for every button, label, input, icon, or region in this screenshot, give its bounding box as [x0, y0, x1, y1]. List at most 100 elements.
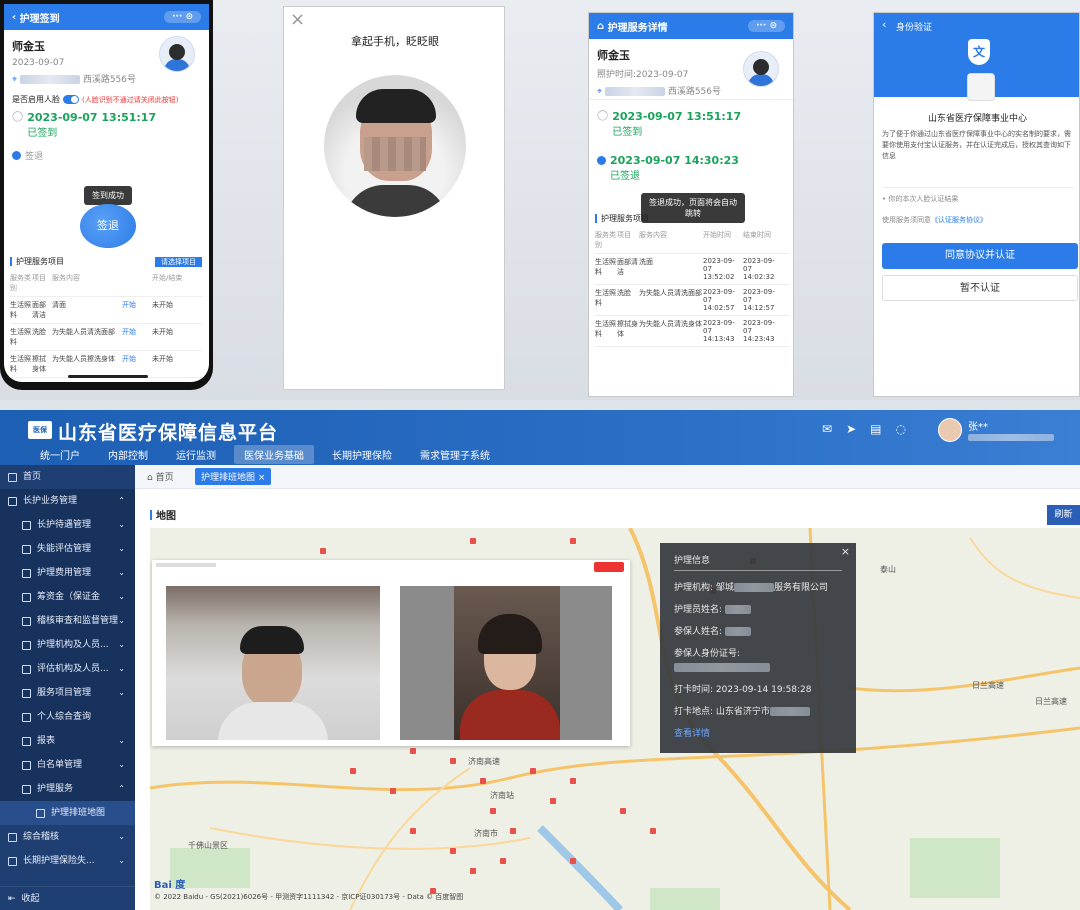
- document-icon[interactable]: ▤: [870, 422, 881, 436]
- sidebar-item-ltc-business[interactable]: 长护业务管理 ⌃: [0, 489, 135, 513]
- close-icon[interactable]: ×: [841, 545, 850, 558]
- agree-verify-button[interactable]: 同意协议并认证: [882, 243, 1078, 269]
- nav-item[interactable]: 统一门户: [30, 445, 90, 464]
- popup-title: 护理信息: [674, 553, 842, 571]
- sidebar-item[interactable]: 护理费用管理 ⌄: [0, 561, 135, 585]
- table-row: 生活照料 擦拭身体 为失能人员擦洗身体 开始 未开始: [10, 351, 202, 378]
- chevron-down-icon: ⌄: [118, 592, 125, 601]
- chevron-down-icon: ⌄: [118, 616, 125, 625]
- monitor-icon: [8, 472, 17, 482]
- nav-item[interactable]: 运行监测: [166, 445, 226, 464]
- nav-item[interactable]: 需求管理子系统: [410, 445, 500, 464]
- chat-icon[interactable]: ◌: [895, 422, 905, 436]
- phone-identity-verify: ‹ 身份验证 文 山东省医疗保障事业中心 为了便于你通过山东省医疗保障事业中心的…: [873, 12, 1080, 397]
- sidebar-item-schedule-map[interactable]: 护理排班地图: [0, 801, 135, 825]
- map-marker[interactable]: [570, 538, 576, 544]
- refresh-button[interactable]: 刷新: [1047, 505, 1080, 525]
- map-label: 济南市: [474, 829, 498, 838]
- close-icon[interactable]: ×: [258, 473, 266, 483]
- home-icon[interactable]: ⌂: [597, 21, 608, 32]
- table-cell: 洗脸: [32, 328, 46, 336]
- sidebar-item[interactable]: 评估机构及人员... ⌄: [0, 657, 135, 681]
- sidebar-item[interactable]: 白名单管理 ⌄: [0, 753, 135, 777]
- nav-item[interactable]: 内部控制: [98, 445, 158, 464]
- address-suffix: 西溪路556号: [82, 75, 137, 85]
- map-marker[interactable]: [320, 548, 326, 554]
- start-link[interactable]: 开始: [122, 327, 152, 347]
- folder-icon: [22, 640, 31, 650]
- map-marker[interactable]: [470, 868, 476, 874]
- sidebar-item[interactable]: 长护待遇管理 ⌄: [0, 513, 135, 537]
- map-marker[interactable]: [510, 828, 516, 834]
- select-project-tag[interactable]: 请选择项目: [155, 256, 202, 267]
- nav-item[interactable]: 长期护理保险: [322, 445, 402, 464]
- checkout-status: 已签退: [610, 171, 640, 182]
- map-marker[interactable]: [620, 808, 626, 814]
- send-icon[interactable]: ➤: [846, 422, 856, 436]
- shield-icon: 文: [968, 39, 990, 65]
- more-icon[interactable]: ··· ⊙: [748, 20, 785, 32]
- map-marker[interactable]: [530, 768, 536, 774]
- table-row: 生活照料 擦拭身体 为失能人员清洗身体 2023-09-07 14:13:43 …: [595, 316, 789, 347]
- popup-staff-blur: [724, 605, 751, 614]
- map-marker[interactable]: [570, 778, 576, 784]
- sidebar-item-home[interactable]: 首页: [0, 465, 135, 489]
- hangup-button[interactable]: [594, 562, 624, 572]
- tab-home[interactable]: ⌂ 首页: [147, 470, 174, 483]
- table-cell: 2023-09-07 14:12:57: [743, 288, 775, 312]
- sidebar-label: 白名单管理: [37, 760, 83, 770]
- table-cell: 面部清洁: [617, 258, 638, 276]
- decline-verify-button[interactable]: 暂不认证: [882, 275, 1078, 301]
- sidebar-item[interactable]: 报表 ⌄: [0, 729, 135, 753]
- map-marker[interactable]: [490, 808, 496, 814]
- sidebar-item[interactable]: 失能评估管理 ⌄: [0, 537, 135, 561]
- map-marker[interactable]: [570, 858, 576, 864]
- phone-checkin: ‹ 护理签到 ··· ⊙ 师金玉 2023-09-07 ⌖ 西溪路556号 是否…: [0, 0, 213, 390]
- close-icon[interactable]: ×: [290, 9, 305, 30]
- sidebar-item[interactable]: 服务项目管理 ⌄: [0, 681, 135, 705]
- sidebar-item[interactable]: 综合稽核 ⌄: [0, 825, 135, 849]
- map-marker[interactable]: [500, 858, 506, 864]
- sidebar-label: 护理费用管理: [37, 568, 92, 578]
- nav-item-active[interactable]: 医保业务基础: [234, 445, 314, 464]
- map-marker[interactable]: [390, 788, 396, 794]
- sidebar-item[interactable]: 长期护理保险失... ⌄: [0, 849, 135, 873]
- popup-detail-link[interactable]: 查看详情: [674, 729, 710, 739]
- tab-schedule-map[interactable]: 护理排班地图 ×: [195, 468, 272, 485]
- sidebar-item[interactable]: 稽核审查和监督管理 ⌄: [0, 609, 135, 633]
- map-marker[interactable]: [550, 798, 556, 804]
- back-icon[interactable]: ‹: [882, 18, 886, 31]
- more-icon[interactable]: ··· ⊙: [164, 11, 201, 23]
- table-cell: 2023-09-07 14:13:43: [703, 319, 735, 343]
- chevron-up-icon: ⌃: [118, 784, 125, 793]
- map-marker[interactable]: [470, 538, 476, 544]
- user-avatar[interactable]: [938, 418, 962, 442]
- start-link[interactable]: 开始: [122, 354, 152, 374]
- care-info-popup: × 护理信息 护理机构: 邹城 服务有限公司 护理员姓名: 参保人姓名: 参保人身…: [660, 543, 856, 753]
- map-marker[interactable]: [650, 828, 656, 834]
- map-marker[interactable]: [450, 758, 456, 764]
- back-icon[interactable]: ‹: [12, 12, 20, 23]
- map-marker[interactable]: [410, 748, 416, 754]
- mail-icon[interactable]: ✉: [822, 422, 832, 436]
- user-name[interactable]: 张**: [968, 418, 988, 433]
- start-link[interactable]: 开始: [122, 300, 152, 320]
- agreement-link[interactable]: 《认证服务协议》: [931, 216, 987, 224]
- sidebar-item-care-service[interactable]: 护理服务 ⌃: [0, 777, 135, 801]
- sidebar-item[interactable]: 护理机构及人员... ⌄: [0, 633, 135, 657]
- face-toggle-switch[interactable]: [63, 95, 79, 104]
- collapse-sidebar-button[interactable]: ⇤ 收起: [0, 886, 135, 910]
- checkout-button[interactable]: 签退: [80, 204, 136, 248]
- sidebar-item[interactable]: 筹资金（保证金 ⌄: [0, 585, 135, 609]
- face-toggle-note: (人脸识别不通过请关闭此按钮): [82, 95, 179, 104]
- sidebar-item[interactable]: 个人综合查询: [0, 705, 135, 729]
- map-marker[interactable]: [350, 768, 356, 774]
- check-circle-icon: ◯: [597, 110, 609, 121]
- map-marker[interactable]: [410, 828, 416, 834]
- chevron-down-icon: ⌄: [118, 736, 125, 745]
- map-marker[interactable]: [480, 778, 486, 784]
- table-cell: 生活照料: [10, 301, 31, 319]
- map-marker[interactable]: [450, 848, 456, 854]
- checkin-status: 已签到: [612, 127, 643, 138]
- folder-icon: [22, 736, 31, 746]
